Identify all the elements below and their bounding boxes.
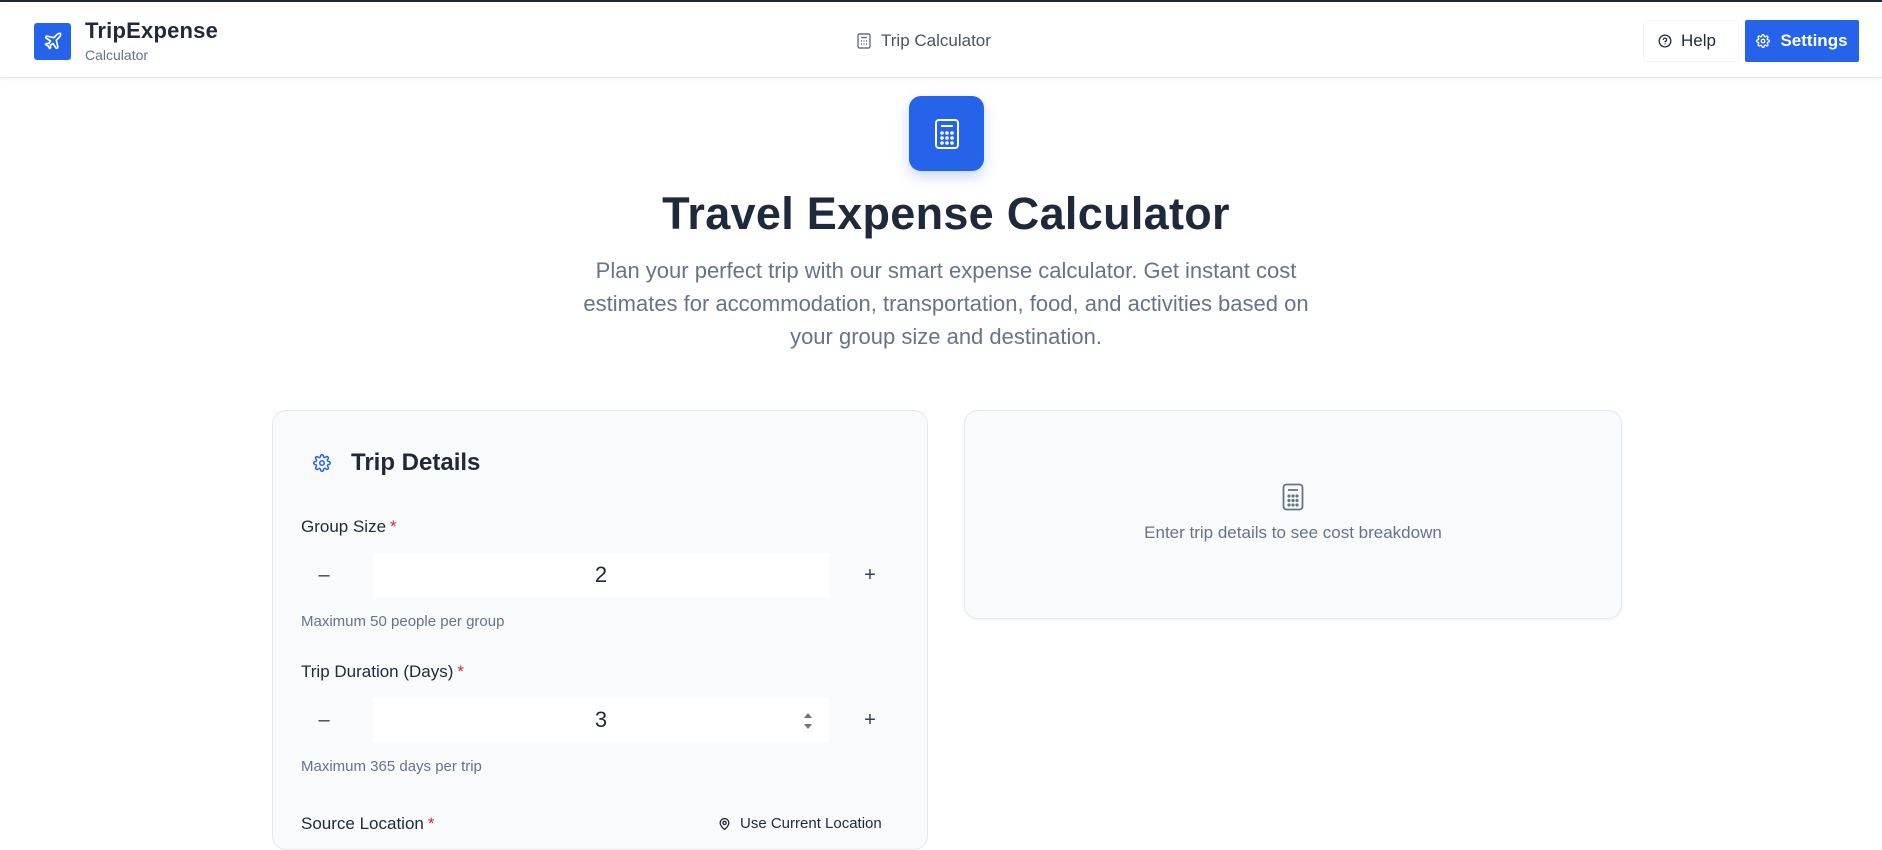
help-circle-icon — [1658, 34, 1672, 48]
group-size-label: Group Size * — [301, 517, 397, 537]
trip-duration-hint: Maximum 365 days per trip — [301, 758, 482, 775]
help-label: Help — [1681, 31, 1716, 50]
trip-details-card: Trip Details Group Size * – 2 + Maximum 5… — [272, 410, 928, 850]
settings-label: Settings — [1780, 31, 1848, 50]
required-mark: * — [390, 517, 397, 536]
use-current-location-button[interactable]: Use Current Location — [718, 815, 882, 832]
gear-icon — [1756, 34, 1771, 48]
cost-breakdown-empty-text: Enter trip details to see cost breakdown — [1144, 523, 1442, 542]
help-button[interactable]: Help — [1643, 20, 1739, 62]
trip-details-header: Trip Details — [313, 449, 480, 477]
trip-duration-stepper: – 3 + — [301, 698, 901, 742]
required-mark: * — [457, 662, 465, 681]
calculator-icon — [909, 96, 984, 171]
gear-icon — [313, 454, 331, 472]
group-size-hint: Maximum 50 people per group — [301, 613, 505, 630]
trip-duration-input[interactable]: 3 — [373, 698, 829, 742]
required-mark: * — [427, 814, 435, 833]
trip-duration-value: 3 — [594, 707, 608, 732]
nav-trip-calculator[interactable]: Trip Calculator — [857, 31, 991, 51]
trip-duration-label: Trip Duration (Days) * — [301, 662, 464, 682]
calculator-icon — [1282, 483, 1304, 511]
group-size-stepper: – 2 + — [301, 553, 901, 597]
brand-subtitle: Calculator — [85, 47, 149, 63]
spin-arrows-icon[interactable] — [803, 710, 813, 732]
page-title: Travel Expense Calculator — [662, 188, 1230, 239]
trip-duration-increment-button[interactable]: + — [847, 698, 893, 742]
group-size-decrement-button[interactable]: – — [301, 553, 347, 597]
nav-trip-calculator-label: Trip Calculator — [881, 31, 991, 50]
use-current-location-label: Use Current Location — [740, 815, 882, 832]
calculator-icon — [857, 33, 871, 49]
top-navbar: TripExpense Calculator Trip Calculator H… — [0, 2, 1882, 78]
trip-duration-decrement-button[interactable]: – — [301, 698, 347, 742]
source-location-label-text: Source Location — [301, 814, 424, 833]
cost-breakdown-card: Enter trip details to see cost breakdown — [964, 410, 1622, 619]
source-location-label: Source Location * — [301, 814, 435, 834]
settings-button[interactable]: Settings — [1745, 20, 1859, 62]
brand[interactable]: TripExpense Calculator — [34, 20, 218, 62]
group-size-increment-button[interactable]: + — [847, 553, 893, 597]
plane-icon — [34, 22, 71, 60]
brand-name: TripExpense — [85, 18, 219, 43]
map-pin-icon — [719, 817, 730, 830]
trip-details-title: Trip Details — [351, 449, 481, 476]
page-description: Plan your perfect trip with our smart ex… — [583, 258, 1309, 349]
group-size-label-text: Group Size — [301, 517, 387, 536]
trip-duration-label-text: Trip Duration (Days) — [301, 662, 454, 681]
group-size-input[interactable]: 2 — [373, 553, 829, 597]
